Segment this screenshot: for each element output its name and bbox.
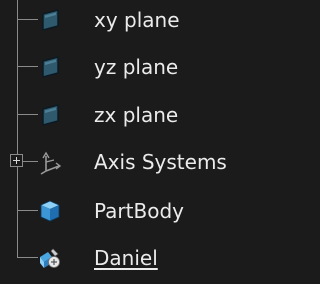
tree-branch-line	[18, 114, 38, 115]
plane-icon[interactable]	[37, 7, 63, 33]
tree-item-axis-systems[interactable]: Axis Systems	[0, 142, 300, 182]
part-body-icon[interactable]	[37, 198, 63, 224]
tree-branch-line	[18, 257, 38, 258]
tree-item-label[interactable]: yz plane	[94, 47, 178, 87]
tree-item-xy-plane[interactable]: xy plane	[0, 0, 300, 40]
tree-item-label[interactable]: zx plane	[94, 95, 178, 135]
tree-item-label[interactable]: Axis Systems	[94, 142, 227, 182]
tree-item-zx-plane[interactable]: zx plane	[0, 95, 300, 135]
axis-systems-icon[interactable]	[37, 149, 63, 175]
tree-item-label[interactable]: Daniel	[94, 238, 158, 278]
specification-tree: xy plane yz plane zx plane Axis Systems …	[0, 0, 300, 284]
tree-item-label[interactable]: xy plane	[94, 0, 180, 40]
tree-item-daniel[interactable]: Daniel	[0, 238, 300, 278]
tree-branch-line	[18, 66, 38, 67]
plane-icon[interactable]	[37, 54, 63, 80]
sketch-icon[interactable]	[37, 245, 63, 271]
tree-item-partbody[interactable]: PartBody	[0, 191, 300, 231]
plane-icon[interactable]	[37, 102, 63, 128]
tree-item-yz-plane[interactable]: yz plane	[0, 47, 300, 87]
tree-branch-line	[18, 19, 38, 20]
tree-item-label[interactable]: PartBody	[94, 191, 184, 231]
tree-branch-line	[18, 210, 38, 211]
expand-plus-icon[interactable]	[10, 154, 23, 167]
